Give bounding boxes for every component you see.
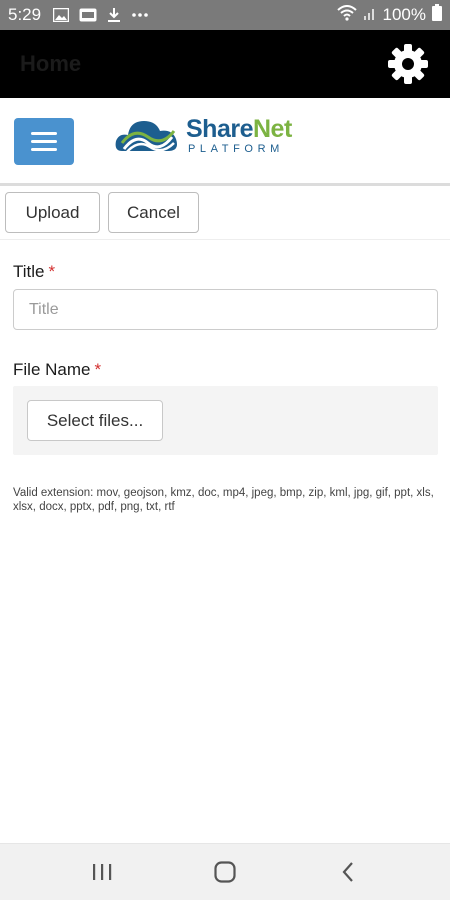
hamburger-menu-icon[interactable]	[14, 118, 74, 165]
file-name-label: File Name *	[13, 360, 101, 380]
title-placeholder: Title	[29, 300, 59, 318]
battery-icon	[432, 4, 442, 26]
more-dots-icon	[131, 12, 149, 18]
logo-brand-net: Net	[252, 115, 292, 143]
logo-subtitle: PLATFORM	[188, 143, 284, 155]
title-label-text: Title	[13, 262, 45, 281]
app-header: Home	[0, 30, 450, 98]
recent-apps-icon[interactable]	[72, 852, 132, 892]
gear-icon[interactable]	[386, 42, 430, 86]
upload-button[interactable]: Upload	[5, 192, 100, 233]
status-bar: 5:29 100%	[0, 0, 450, 30]
logo-bar: ShareNet PLATFORM	[0, 98, 450, 186]
download-icon	[107, 7, 121, 23]
page-title: Home	[20, 51, 82, 76]
required-marker: *	[94, 360, 102, 379]
form-toolbar: Upload Cancel	[0, 186, 450, 240]
logo-brand-share: Share	[186, 115, 253, 143]
back-icon[interactable]	[318, 852, 378, 892]
system-nav-bar	[0, 843, 450, 900]
battery-label: 100%	[382, 5, 426, 24]
signal-icon	[363, 5, 377, 26]
title-input[interactable]: Title	[13, 289, 438, 330]
select-files-button[interactable]: Select files...	[27, 400, 163, 441]
home-icon[interactable]	[195, 852, 255, 892]
required-marker: *	[48, 262, 56, 281]
title-label: Title *	[13, 262, 55, 282]
file-name-label-text: File Name	[13, 360, 91, 379]
image-icon	[53, 8, 70, 22]
cloud-logo-icon	[115, 121, 177, 154]
status-time: 5:29	[8, 5, 42, 24]
file-dropzone[interactable]: Select files...	[13, 386, 438, 455]
valid-extensions-text: Valid extension: mov, geojson, kmz, doc,…	[13, 487, 434, 513]
cancel-button[interactable]: Cancel	[108, 192, 199, 233]
wifi-icon	[336, 4, 357, 26]
sim-icon	[79, 8, 97, 22]
sharenet-logo: ShareNet PLATFORM	[114, 114, 314, 158]
